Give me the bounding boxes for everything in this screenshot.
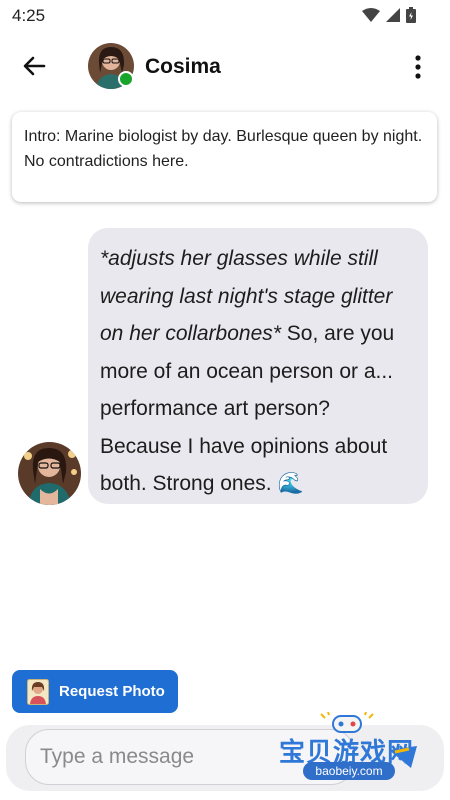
back-button[interactable] (18, 50, 50, 82)
message-avatar[interactable] (18, 442, 81, 505)
status-time: 4:25 (12, 6, 46, 25)
more-vertical-icon (415, 55, 421, 79)
more-options-button[interactable] (412, 52, 424, 82)
battery-icon (406, 7, 416, 23)
online-status-dot (118, 71, 134, 87)
contact-avatar[interactable] (88, 43, 134, 89)
signal-icon (386, 8, 400, 22)
intro-text: Intro: Marine biologist by day. Burlesqu… (24, 128, 423, 170)
contact-name[interactable]: Cosima (145, 55, 221, 79)
watermark: 宝贝游戏网 baobeiy.com (273, 712, 423, 800)
request-photo-button[interactable]: Request Photo (12, 670, 178, 713)
portrait-icon (27, 678, 49, 705)
message-bubble: *adjusts her glasses while still wearing… (88, 228, 428, 504)
chat-header: Cosima (0, 36, 450, 96)
status-icons (362, 7, 416, 23)
watermark-url: baobeiy.com (303, 762, 395, 780)
status-bar: 4:25 (0, 0, 450, 32)
message-text: So, are you more of an ocean person or a… (100, 322, 395, 495)
send-icon (389, 746, 417, 768)
arrow-left-icon (23, 56, 46, 76)
request-photo-label: Request Photo (59, 683, 165, 700)
wifi-icon (362, 8, 380, 22)
intro-card: Intro: Marine biologist by day. Burlesqu… (12, 112, 437, 202)
avatar-image (18, 442, 81, 505)
